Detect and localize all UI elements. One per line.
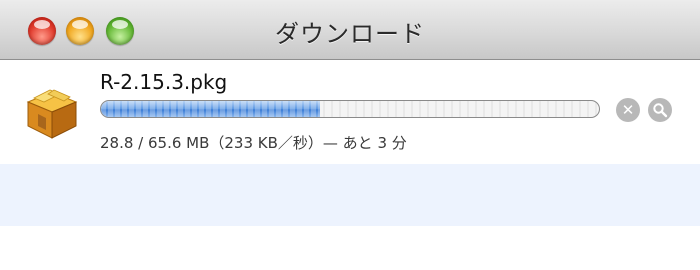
empty-list-row: [0, 164, 700, 226]
package-icon: [26, 89, 78, 139]
download-progress-bar: [100, 100, 600, 118]
empty-list-row: [0, 226, 700, 270]
stop-icon: ✕: [621, 101, 635, 119]
download-filename: R-2.15.3.pkg: [100, 70, 228, 94]
downloads-list: R-2.15.3.pkg ✕ 28.8 / 65.6 MB（233 KB／秒）—…: [0, 60, 700, 270]
title-bar: ダウンロード: [0, 0, 700, 60]
reveal-in-finder-button[interactable]: [648, 98, 672, 122]
download-status-text: 28.8 / 65.6 MB（233 KB／秒）— あと 3 分: [100, 134, 407, 152]
download-progress-fill: [101, 101, 321, 117]
download-item[interactable]: R-2.15.3.pkg ✕ 28.8 / 65.6 MB（233 KB／秒）—…: [0, 60, 700, 164]
magnifier-icon: [653, 103, 668, 118]
window-title: ダウンロード: [275, 20, 425, 48]
stop-download-button[interactable]: ✕: [616, 98, 640, 122]
downloads-window: ダウンロード R-2.15.3.pkg ✕ 28.8 / 65.6 MB（233…: [0, 0, 700, 270]
